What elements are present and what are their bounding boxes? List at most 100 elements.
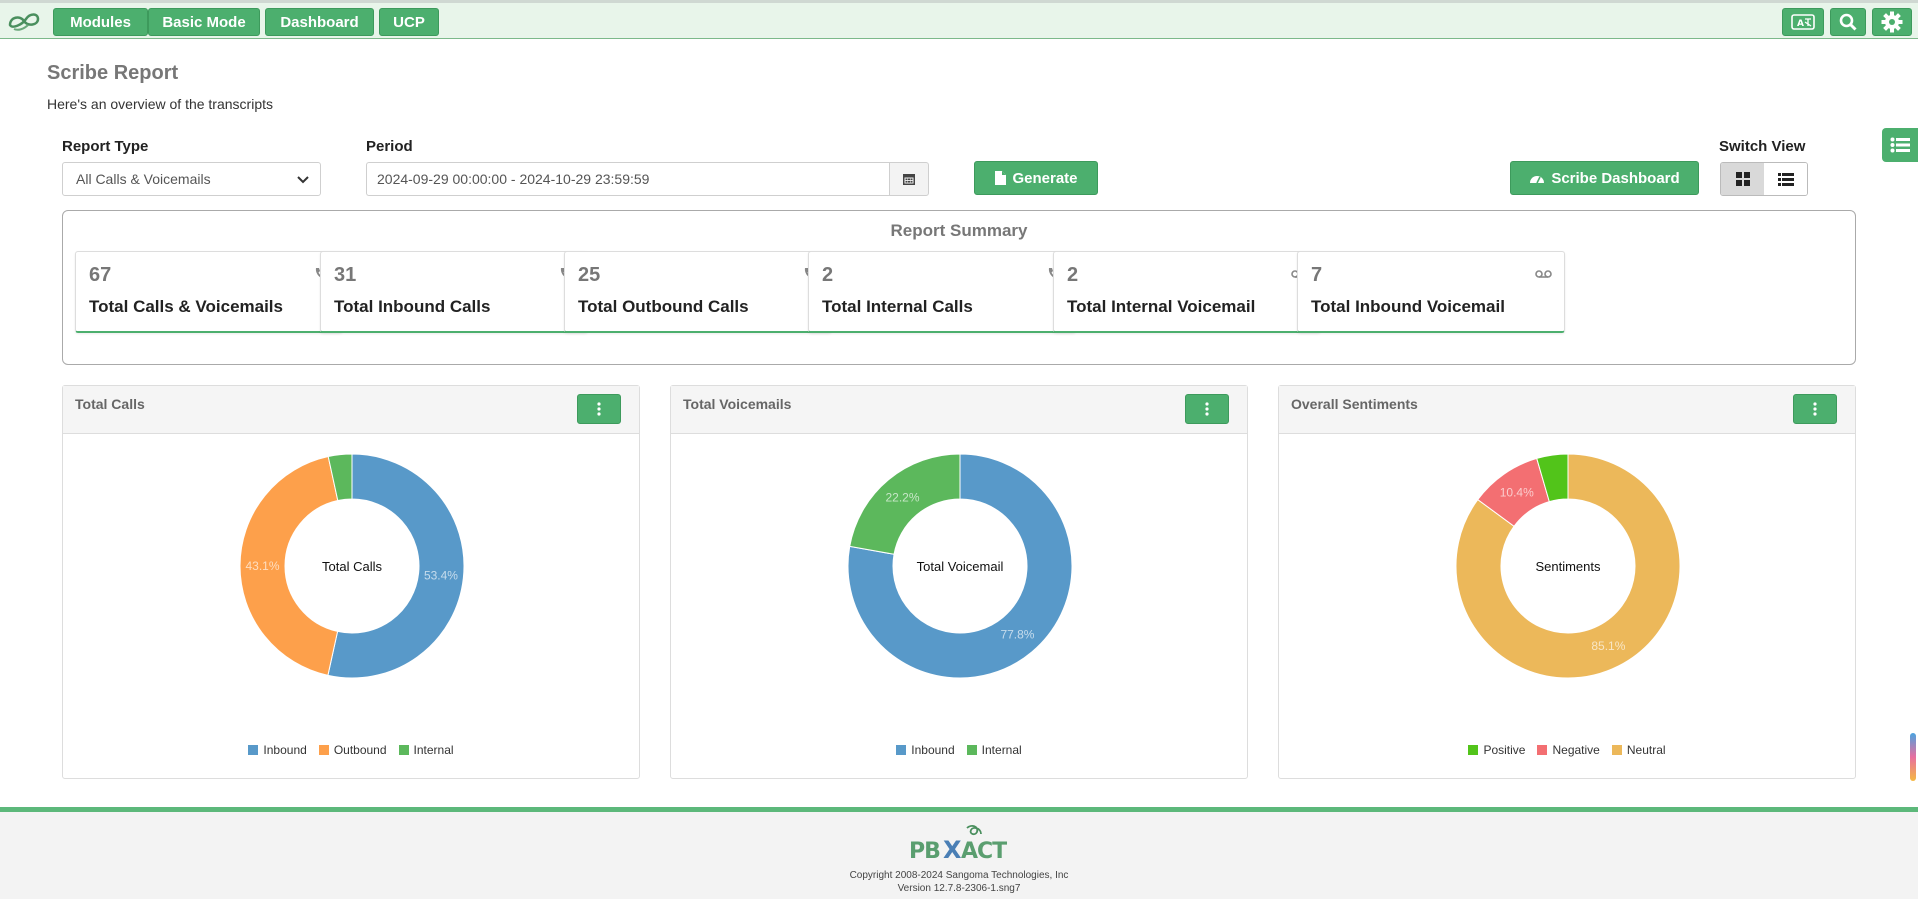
svg-text:ACT: ACT	[961, 839, 1007, 864]
settings-button[interactable]	[1872, 8, 1912, 36]
slice-percent-label: 53.4%	[424, 569, 458, 583]
summary-card-value: 67	[89, 264, 112, 286]
period-value: 2024-09-29 00:00:00 - 2024-10-29 23:59:5…	[377, 171, 650, 187]
legend-swatch	[896, 745, 907, 755]
chart-legend: Inbound Internal	[671, 743, 1247, 757]
modules-button[interactable]: Modules	[53, 8, 148, 36]
summary-card: 7 Total Inbound Voicemail	[1297, 251, 1565, 333]
slice-percent-label: 77.8%	[1000, 628, 1034, 642]
summary-card-value: 2	[822, 264, 834, 286]
panel-header: Total Voicemails	[671, 386, 1247, 434]
overall-sentiments-panel: Overall Sentiments 85.1% 10.4% Sentiments …	[1278, 385, 1856, 779]
panel-header: Overall Sentiments	[1279, 386, 1855, 434]
legend-label: Positive	[1483, 743, 1526, 757]
legend-label: Internal	[413, 743, 454, 757]
legend-item-positive[interactable]: Positive	[1468, 743, 1525, 757]
footer-copyright: Copyright 2008-2024 Sangoma Technologies…	[849, 870, 1069, 881]
chart-legend: Positive Negative Neutral	[1279, 743, 1855, 757]
list-view-button[interactable]	[1764, 163, 1807, 195]
dashboard-gauge-icon	[1530, 176, 1545, 184]
page-title: Scribe Report	[47, 62, 179, 84]
ucp-button[interactable]: UCP	[379, 8, 439, 36]
gear-icon	[1881, 11, 1903, 33]
kebab-menu-icon	[597, 402, 601, 416]
summary-card-value: 31	[334, 264, 357, 286]
panel-menu-button[interactable]	[1185, 394, 1229, 424]
legend-swatch	[1537, 745, 1548, 755]
legend-swatch	[248, 745, 259, 755]
period-input[interactable]: 2024-09-29 00:00:00 - 2024-10-29 23:59:5…	[366, 162, 889, 196]
kebab-menu-icon	[1813, 402, 1817, 416]
list-menu-icon	[1890, 137, 1910, 153]
kebab-menu-icon	[1205, 402, 1209, 416]
donut-center-label: Total Voicemail	[917, 559, 1004, 574]
language-icon: A	[1791, 14, 1815, 30]
panel-menu-button[interactable]	[1793, 394, 1837, 424]
donut-center-label: Sentiments	[1535, 559, 1601, 574]
search-button[interactable]	[1830, 8, 1866, 36]
pbxact-logo-icon[interactable]	[4, 9, 46, 35]
legend-item-neutral[interactable]: Neutral	[1611, 743, 1666, 757]
legend-label: Outbound	[333, 743, 387, 757]
summary-card: 2 Total Internal Voicemail	[1053, 251, 1321, 333]
summary-card: 31 Total Inbound Calls	[320, 251, 588, 333]
summary-card-label: Total Inbound Calls	[334, 297, 491, 316]
legend-label: Internal	[981, 743, 1022, 757]
generate-label: Generate	[1012, 169, 1078, 187]
legend-swatch	[966, 745, 977, 755]
dashboard-button[interactable]: Dashboard	[265, 8, 374, 36]
top-navbar: Modules Basic Mode Dashboard UCP A	[0, 0, 1918, 39]
svg-text:PB: PB	[909, 839, 940, 864]
legend-label: Neutral	[1626, 743, 1666, 757]
legend-swatch	[1611, 745, 1622, 755]
legend-item-internal[interactable]: Internal	[398, 743, 454, 757]
slice-percent-label: 10.4%	[1500, 486, 1534, 500]
slice-percent-label: 85.1%	[1591, 639, 1625, 653]
calendar-icon	[903, 174, 915, 185]
list-icon	[1777, 173, 1794, 186]
footer: PB X ACT Copyright 2008-2024 Sangoma Tec…	[0, 807, 1918, 899]
legend-item-negative[interactable]: Negative	[1537, 743, 1600, 757]
summary-card: 67 Total Calls & Voicemails	[75, 251, 343, 333]
summary-card-label: Total Inbound Voicemail	[1311, 297, 1505, 316]
scroll-indicator[interactable]	[1910, 733, 1916, 781]
slice-percent-label: 22.2%	[886, 490, 920, 504]
summary-card: 2 Total Internal Calls	[808, 251, 1076, 333]
legend-label: Negative	[1552, 743, 1600, 757]
voicemail-icon	[1535, 270, 1552, 278]
legend-swatch	[318, 745, 329, 755]
calendar-button[interactable]	[889, 162, 929, 196]
chart-legend: Inbound Outbound Internal	[63, 743, 639, 757]
side-menu-tab[interactable]	[1882, 128, 1918, 162]
report-type-label: Report Type	[62, 138, 149, 155]
report-type-value: All Calls & Voicemails	[76, 171, 211, 187]
donut-center-label: Total Calls	[322, 559, 382, 574]
summary-card-value: 7	[1311, 264, 1323, 286]
svg-text:X: X	[943, 836, 962, 864]
page-subtitle: Here's an overview of the transcripts	[47, 96, 273, 112]
summary-card-label: Total Calls & Voicemails	[89, 297, 283, 316]
grid-view-button[interactable]	[1721, 163, 1764, 195]
basic-mode-button[interactable]: Basic Mode	[148, 8, 260, 36]
total-voicemails-donut: 77.8% 22.2% Total Voicemail	[847, 453, 1073, 679]
chevron-down-icon	[297, 176, 309, 184]
total-calls-donut: 53.4% 43.1% Total Calls	[239, 453, 465, 679]
generate-button[interactable]: Generate	[974, 161, 1098, 195]
panel-header: Total Calls	[63, 386, 639, 434]
summary-card-label: Total Internal Voicemail	[1067, 297, 1256, 316]
report-type-select[interactable]: All Calls & Voicemails	[62, 162, 321, 196]
footer-version: Version 12.7.8-2306-1.sng7	[897, 883, 1021, 894]
summary-card-label: Total Internal Calls	[822, 297, 973, 316]
total-voicemails-panel: Total Voicemails 77.8% 22.2% Total Voicema…	[670, 385, 1248, 779]
scribe-dashboard-button[interactable]: Scribe Dashboard	[1510, 161, 1699, 195]
legend-item-inbound[interactable]: Inbound	[896, 743, 955, 757]
legend-item-internal[interactable]: Internal	[966, 743, 1022, 757]
overall-sentiments-donut: 85.1% 10.4% Sentiments	[1455, 453, 1681, 679]
search-icon	[1839, 13, 1857, 31]
panel-title: Overall Sentiments	[1291, 396, 1418, 412]
language-button[interactable]: A	[1782, 8, 1824, 36]
panel-menu-button[interactable]	[577, 394, 621, 424]
legend-item-inbound[interactable]: Inbound	[248, 743, 307, 757]
legend-item-outbound[interactable]: Outbound	[318, 743, 387, 757]
legend-swatch	[1468, 745, 1479, 755]
